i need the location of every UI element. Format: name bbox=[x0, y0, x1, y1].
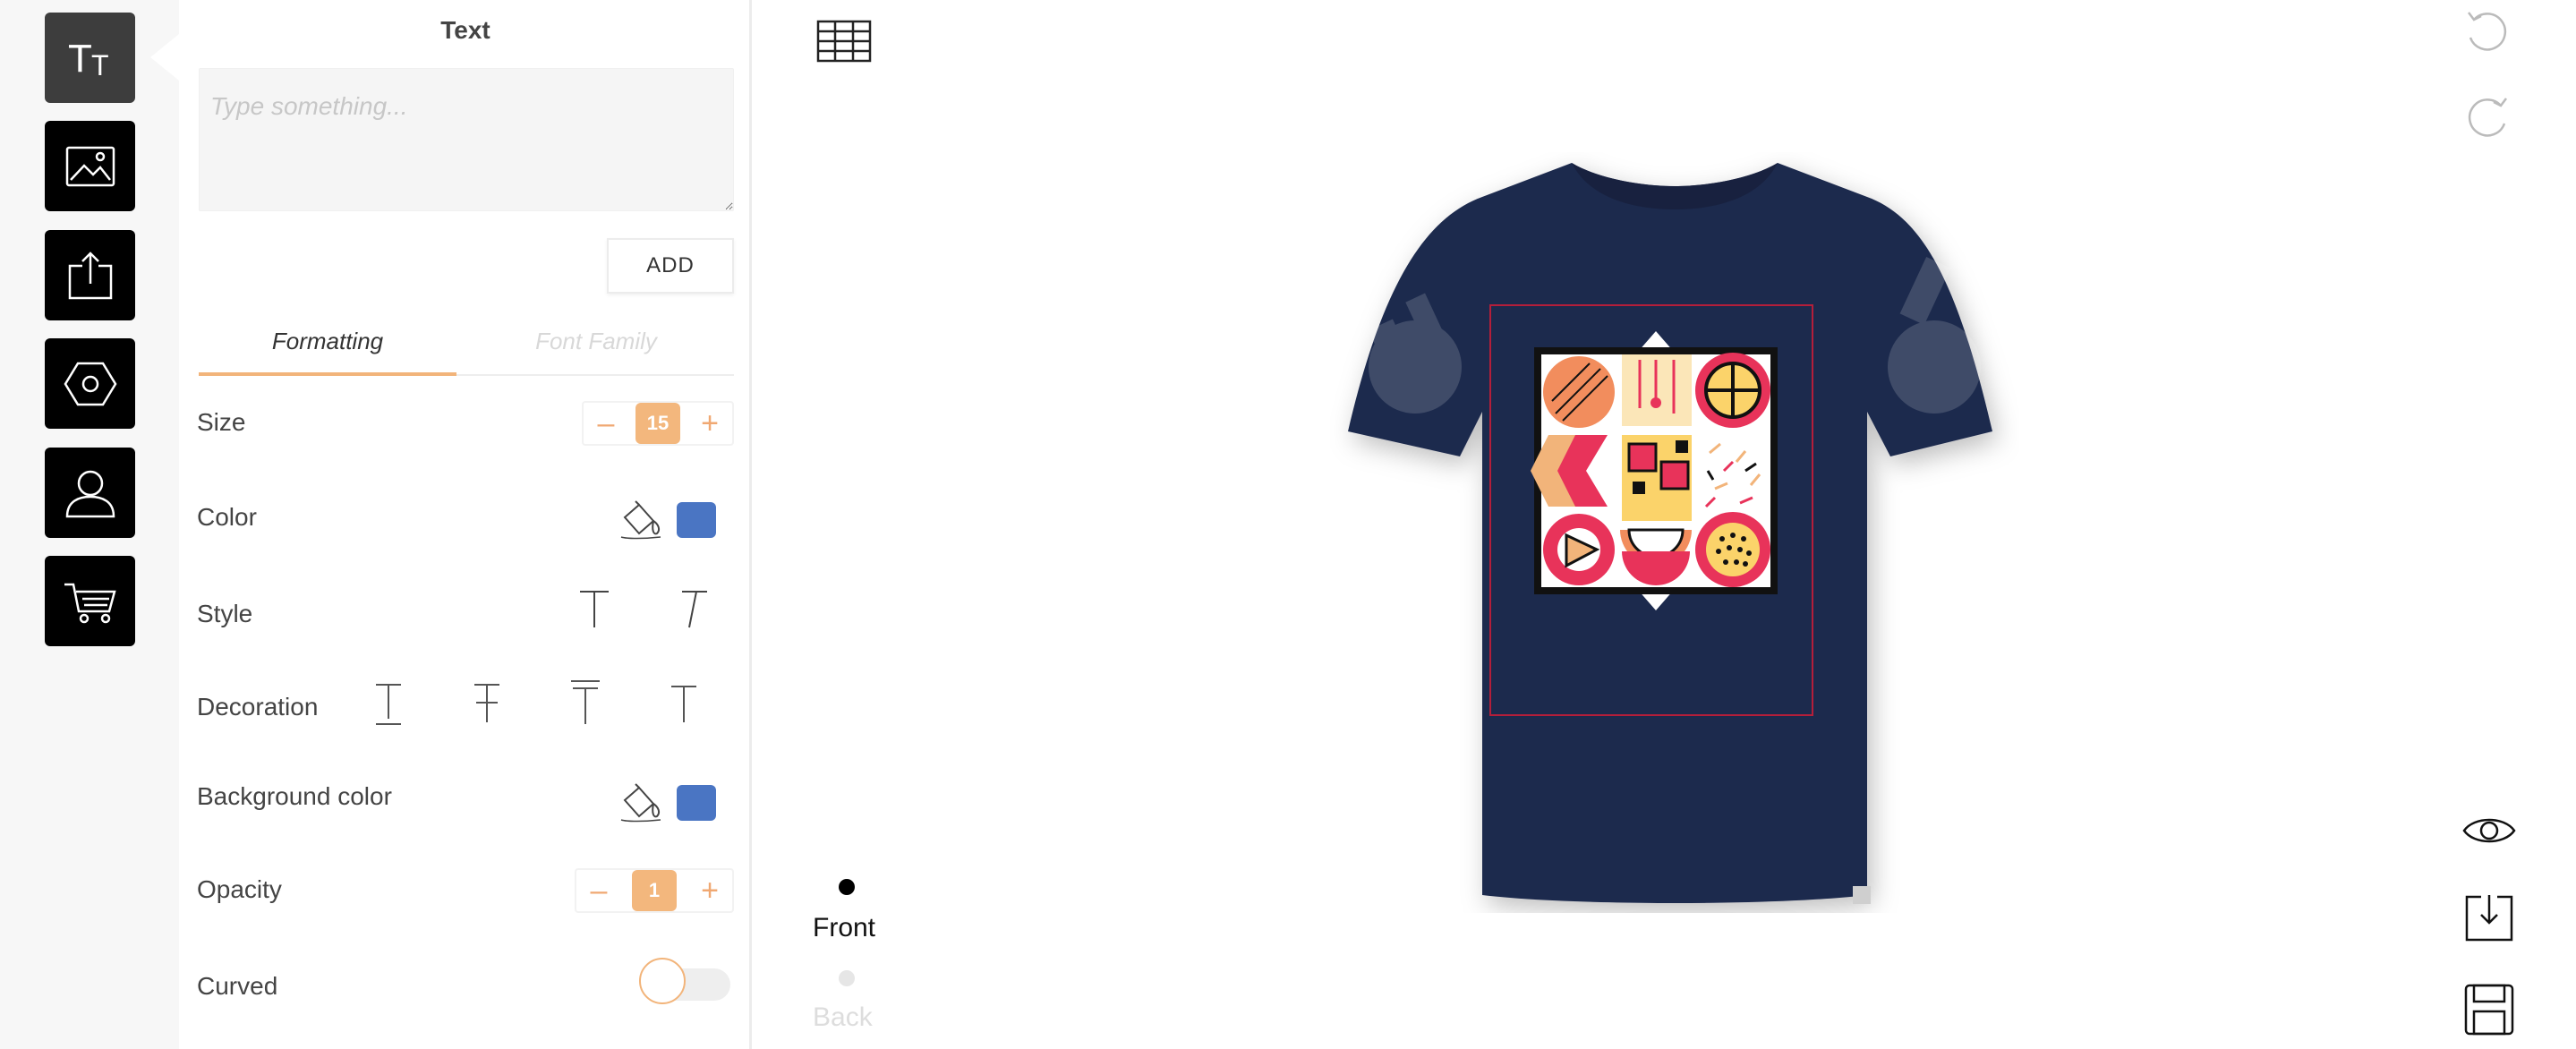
decoration-none-button[interactable] bbox=[657, 677, 711, 730]
account-tool-button[interactable] bbox=[45, 448, 135, 538]
opacity-decrease-button[interactable]: – bbox=[585, 875, 612, 906]
underline-icon bbox=[376, 684, 401, 725]
upload-tool-button[interactable] bbox=[45, 230, 135, 320]
text-italic-icon bbox=[682, 591, 707, 628]
grid-icon[interactable] bbox=[816, 20, 872, 63]
panel-tabs: Formatting Font Family bbox=[199, 328, 734, 376]
size-stepper: – 15 + bbox=[582, 401, 734, 446]
decoration-label: Decoration bbox=[197, 693, 319, 721]
paint-bucket-icon[interactable] bbox=[618, 780, 666, 825]
size-label: Size bbox=[197, 408, 246, 436]
shapes-tool-button[interactable] bbox=[45, 338, 135, 429]
text-normal-icon bbox=[580, 591, 609, 627]
toggle-knob bbox=[639, 958, 686, 1004]
curved-label: Curved bbox=[197, 972, 278, 1000]
front-view-dot[interactable] bbox=[839, 879, 855, 895]
decoration-underline-button[interactable] bbox=[362, 677, 415, 730]
download-icon[interactable] bbox=[2463, 891, 2515, 943]
image-icon bbox=[65, 146, 115, 186]
text-panel: Text ADD Formatting Font Family Size – 1… bbox=[179, 0, 752, 1049]
text-input[interactable] bbox=[199, 68, 734, 211]
paint-bucket-icon[interactable] bbox=[618, 498, 666, 542]
decoration-strikethrough-button[interactable] bbox=[460, 677, 514, 730]
opacity-increase-button[interactable]: + bbox=[696, 875, 723, 906]
color-picker bbox=[618, 498, 716, 542]
size-value[interactable]: 15 bbox=[635, 403, 680, 444]
text-icon: TT bbox=[68, 37, 109, 81]
opacity-value[interactable]: 1 bbox=[632, 870, 677, 911]
preview-eye-icon[interactable] bbox=[2461, 811, 2517, 850]
overline-icon bbox=[571, 680, 600, 724]
hexagon-icon bbox=[64, 362, 116, 405]
image-tool-button[interactable] bbox=[45, 121, 135, 211]
save-floppy-icon[interactable] bbox=[2463, 983, 2515, 1036]
size-decrease-button[interactable]: – bbox=[593, 408, 619, 439]
tool-sidebar: TT bbox=[0, 0, 179, 1049]
opacity-label: Opacity bbox=[197, 875, 282, 903]
style-label: Style bbox=[197, 600, 253, 627]
print-artwork bbox=[1531, 331, 1778, 610]
cart-icon bbox=[64, 583, 116, 623]
color-swatch[interactable] bbox=[677, 502, 716, 538]
text-plain-icon bbox=[671, 686, 696, 722]
add-text-button[interactable]: ADD bbox=[607, 238, 734, 294]
user-icon bbox=[65, 470, 115, 517]
color-label: Color bbox=[197, 503, 257, 531]
svg-text:T: T bbox=[91, 49, 109, 81]
front-view-label[interactable]: Front bbox=[813, 913, 875, 943]
svg-text:T: T bbox=[68, 37, 92, 81]
upload-icon bbox=[68, 251, 112, 299]
active-tool-pointer bbox=[150, 34, 179, 81]
active-tab-indicator bbox=[199, 372, 456, 376]
back-view-label[interactable]: Back bbox=[813, 1002, 873, 1033]
tab-font-family[interactable]: Font Family bbox=[467, 328, 725, 355]
decoration-overline-button[interactable] bbox=[559, 677, 612, 730]
strikethrough-icon bbox=[474, 684, 499, 722]
undo-icon[interactable] bbox=[2461, 7, 2513, 59]
style-italic-button[interactable] bbox=[666, 582, 720, 635]
opacity-stepper: – 1 + bbox=[575, 868, 734, 913]
text-tool-button[interactable]: TT bbox=[45, 13, 135, 103]
redo-icon[interactable] bbox=[2461, 93, 2513, 145]
background-color-label: Background color bbox=[197, 782, 392, 810]
panel-title: Text bbox=[440, 16, 490, 44]
tshirt-label-tag bbox=[1853, 886, 1871, 904]
curved-toggle[interactable] bbox=[639, 958, 730, 1004]
background-color-picker bbox=[618, 780, 716, 825]
back-view-dot[interactable] bbox=[839, 970, 855, 986]
tab-formatting[interactable]: Formatting bbox=[199, 328, 456, 355]
background-color-swatch[interactable] bbox=[677, 785, 716, 821]
style-normal-button[interactable] bbox=[567, 582, 621, 635]
cart-tool-button[interactable] bbox=[45, 556, 135, 646]
size-increase-button[interactable]: + bbox=[696, 408, 723, 439]
